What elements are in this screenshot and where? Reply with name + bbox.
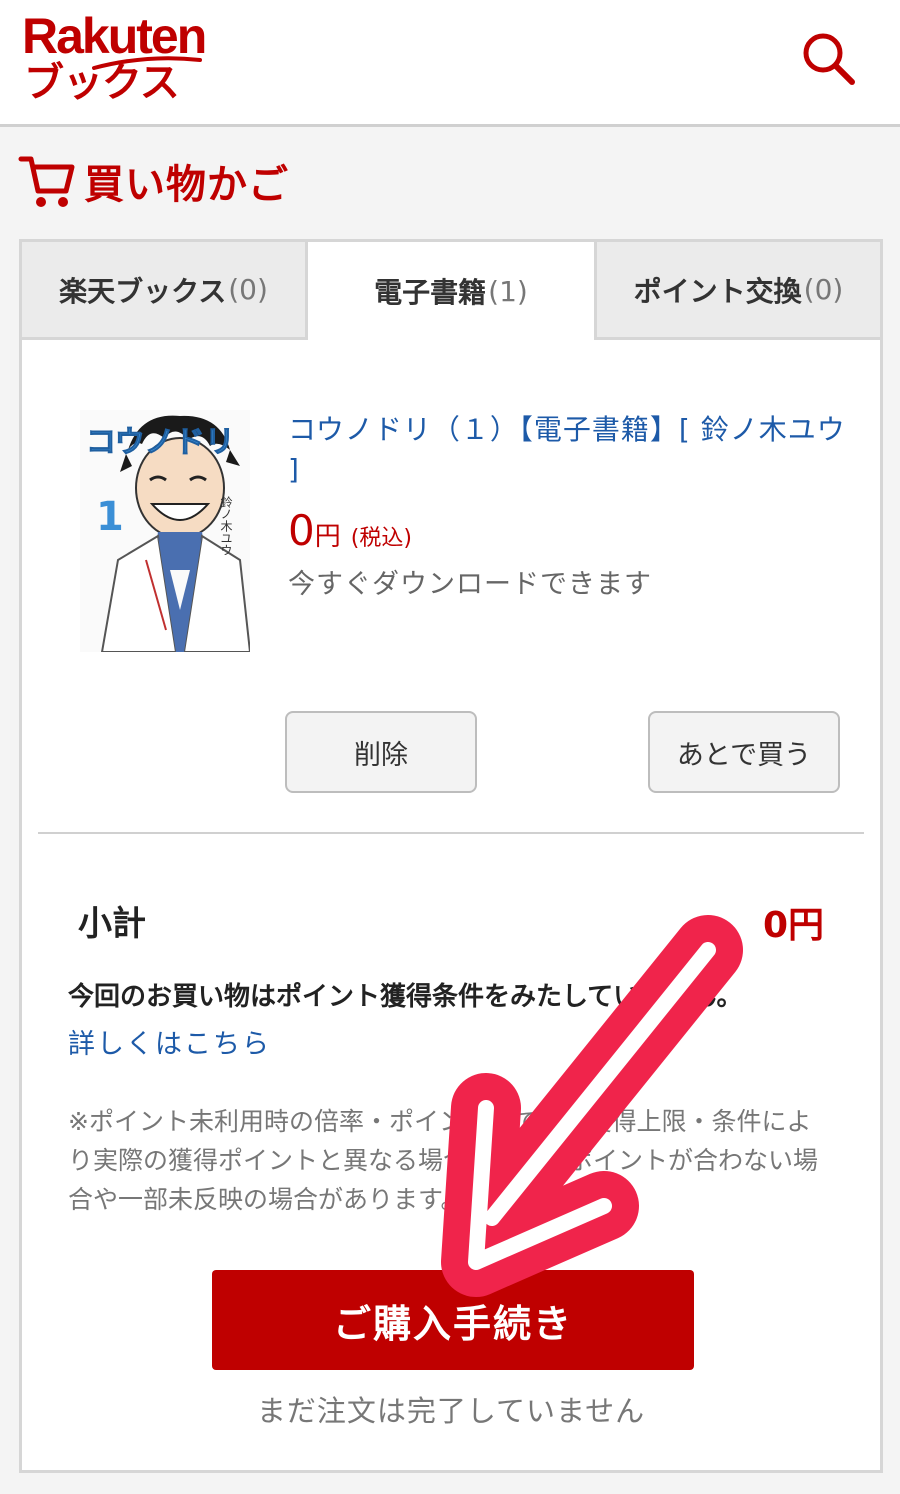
tab-label: ポイント交換 bbox=[633, 274, 802, 308]
subtotal-value: 0円 bbox=[762, 905, 824, 946]
price-value: 0 bbox=[288, 506, 315, 555]
order-not-complete-note: まだ注文は完了していません bbox=[256, 1394, 646, 1428]
tab-count: (0) bbox=[803, 273, 844, 306]
product-price: 0 円 (税込) bbox=[288, 506, 412, 555]
points-disclaimer: ※ポイント未利用時の倍率・ポイント数です。獲得上限・条件により実際の獲得ポイント… bbox=[68, 1107, 819, 1214]
cover-volume-text: 1 bbox=[96, 494, 124, 540]
tab-label: 電子書籍 bbox=[374, 276, 487, 309]
product-title-link[interactable]: コウノドリ（１）【電子書籍】[ 鈴ノ木ユウ ] bbox=[288, 410, 862, 490]
search-icon[interactable] bbox=[800, 30, 856, 86]
delete-button[interactable]: 削除 bbox=[285, 711, 477, 793]
cart-panel: 楽天ブックス (0) 電子書籍 (1) ポイント交換 (0) コウノドリ 1 鈴ノ木ユ… bbox=[19, 239, 883, 1473]
buy-later-button[interactable]: あとで買う bbox=[648, 711, 840, 793]
cart-tabs: 楽天ブックス (0) 電子書籍 (1) ポイント交換 (0) bbox=[22, 242, 880, 340]
cover-title-text: コウノドリ bbox=[86, 425, 235, 460]
site-header: Rakuten ブックス bbox=[0, 0, 900, 127]
tab-rakuten-books[interactable]: 楽天ブックス (0) bbox=[22, 242, 308, 340]
cart-icon bbox=[18, 156, 75, 207]
logo-subtitle: ブックス bbox=[24, 60, 180, 106]
page-title: 買い物かご bbox=[18, 150, 289, 212]
page-title-text: 買い物かご bbox=[84, 162, 289, 208]
rakuten-books-logo[interactable]: Rakuten ブックス bbox=[22, 8, 217, 108]
details-link[interactable]: 詳しくはこちら bbox=[68, 1022, 271, 1061]
price-unit: 円 bbox=[314, 522, 341, 552]
tab-count: (1) bbox=[488, 274, 528, 308]
download-note: 今すぐダウンロードできます bbox=[288, 569, 652, 600]
price-tax-label: (税込) bbox=[350, 526, 412, 551]
book-cover-image[interactable]: コウノドリ 1 鈴ノ木ユウ bbox=[80, 410, 250, 652]
tab-label: 楽天ブックス bbox=[59, 274, 227, 308]
checkout-button[interactable]: ご購入手続き bbox=[212, 1270, 694, 1370]
tab-point-exchange[interactable]: ポイント交換 (0) bbox=[594, 242, 880, 340]
subtotal-label: 小計 bbox=[78, 904, 146, 944]
cover-author-text: 鈴ノ木ユウ bbox=[219, 495, 233, 556]
tab-count: (0) bbox=[228, 273, 268, 306]
divider bbox=[38, 832, 864, 834]
points-condition-note: 今回のお買い物はポイント獲得条件をみたしていません。 bbox=[68, 982, 743, 1012]
tab-ebooks[interactable]: 電子書籍 (1) bbox=[308, 242, 594, 340]
